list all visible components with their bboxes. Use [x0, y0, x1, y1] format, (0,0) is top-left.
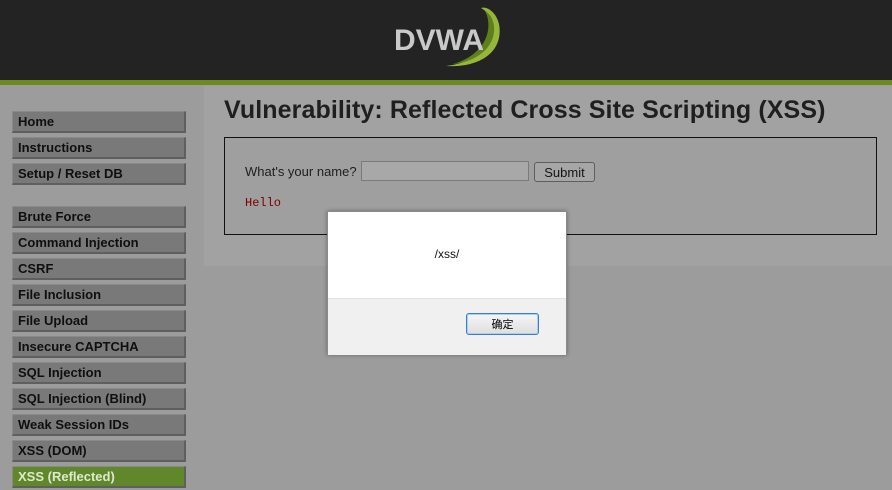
menu-item-xss-dom[interactable]: XSS (DOM)	[12, 440, 186, 462]
name-input[interactable]	[361, 161, 529, 181]
menu-item-home[interactable]: Home	[12, 111, 186, 133]
menu-item-insecure-captcha[interactable]: Insecure CAPTCHA	[12, 336, 186, 358]
menu-item-sql-injection[interactable]: SQL Injection	[12, 362, 186, 384]
menu-item-file-inclusion[interactable]: File Inclusion	[12, 284, 186, 306]
menu-item-setup-reset-db[interactable]: Setup / Reset DB	[12, 163, 186, 185]
header-bar: DVWA	[0, 0, 892, 80]
alert-footer: 确定	[328, 298, 566, 355]
alert-dialog: /xss/ 确定	[327, 211, 567, 355]
menu-item-instructions[interactable]: Instructions	[12, 137, 186, 159]
reflected-output-text: Hello	[245, 196, 282, 210]
page-title: Vulnerability: Reflected Cross Site Scri…	[224, 96, 826, 124]
svg-text:DVWA: DVWA	[394, 24, 484, 57]
sidebar-menu: Home Instructions Setup / Reset DB Brute…	[0, 85, 200, 490]
alert-ok-button[interactable]: 确定	[466, 313, 539, 335]
menu-item-sql-injection-blind[interactable]: SQL Injection (Blind)	[12, 388, 186, 410]
dvwa-logo: DVWA	[394, 7, 500, 67]
menu-item-file-upload[interactable]: File Upload	[12, 310, 186, 332]
menu-item-xss-reflected[interactable]: XSS (Reflected)	[12, 466, 186, 488]
menu-item-csrf[interactable]: CSRF	[12, 258, 186, 280]
menu-item-command-injection[interactable]: Command Injection	[12, 232, 186, 254]
name-field-label: What's your name?	[245, 164, 357, 179]
alert-message: /xss/	[434, 247, 460, 261]
menu-item-brute-force[interactable]: Brute Force	[12, 206, 186, 228]
menu-item-weak-session-ids[interactable]: Weak Session IDs	[12, 414, 186, 436]
submit-button[interactable]: Submit	[534, 162, 595, 182]
